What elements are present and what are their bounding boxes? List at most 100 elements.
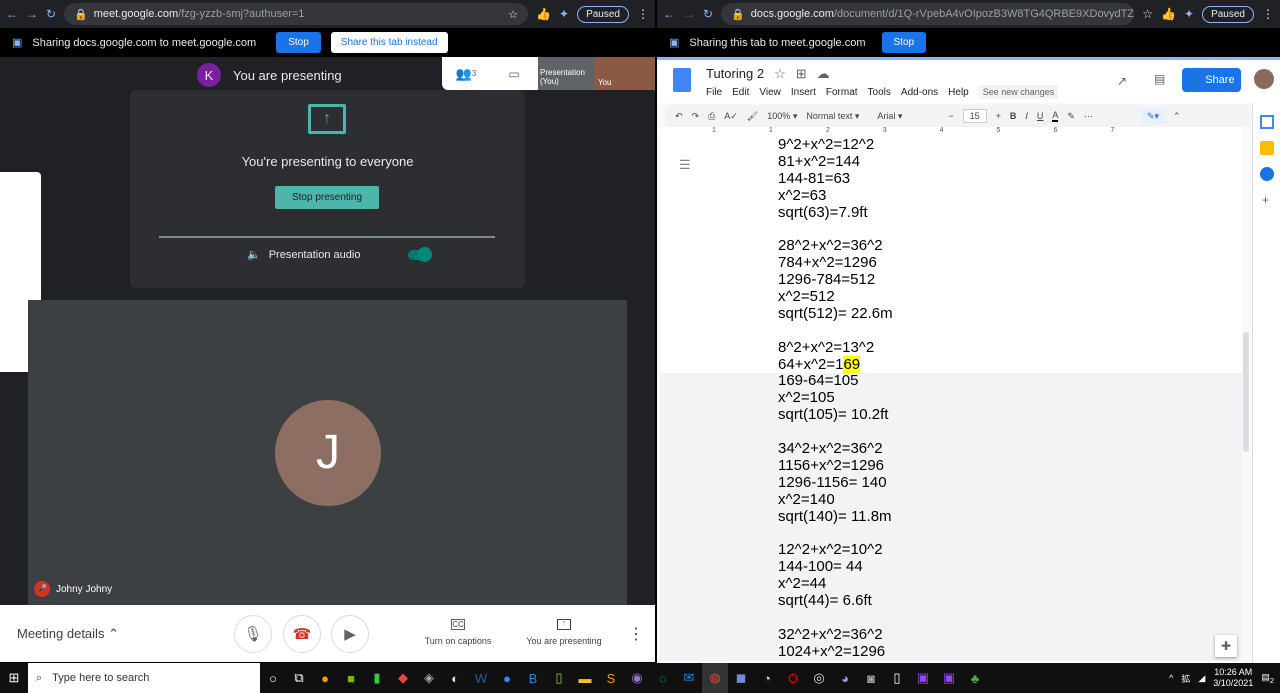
menu-edit[interactable]: Edit [732, 87, 749, 98]
menu-icon[interactable]: ⋮ [1262, 7, 1274, 21]
reload-icon[interactable]: ↻ [46, 7, 56, 21]
menu-file[interactable]: File [706, 87, 722, 98]
presentation-audio-toggle[interactable] [408, 246, 433, 262]
task-view-icon[interactable]: ⧉ [286, 663, 312, 693]
collapse-icon[interactable]: ⌃ [1173, 111, 1181, 122]
tasks-icon[interactable] [1260, 167, 1274, 181]
camera-icon[interactable]: ◙ [858, 663, 884, 693]
app-icon[interactable]: ◕ [832, 663, 858, 693]
editing-mode-button[interactable]: ✎▾ [1141, 108, 1165, 124]
calendar-icon[interactable] [1260, 115, 1274, 129]
address-bar[interactable]: 🔒 docs.google.com/document/d/1Q-rVpebA4vO… [721, 3, 1135, 25]
stop-presenting-button[interactable]: Stop presenting [275, 186, 379, 209]
app-icon[interactable]: ◈ [416, 663, 442, 693]
paint-format-icon[interactable]: 🖌 [747, 111, 758, 122]
menu-icon[interactable]: ⋮ [637, 7, 649, 21]
wifi-icon[interactable]: ◢ [1198, 673, 1205, 684]
reload-icon[interactable]: ↻ [703, 7, 713, 21]
menu-insert[interactable]: Insert [791, 87, 816, 98]
back-icon[interactable]: ← [663, 7, 675, 21]
presentation-thumbnail[interactable]: Presentation (You) [538, 57, 594, 90]
people-button[interactable]: 👥 3 [442, 57, 490, 90]
eclipse-icon[interactable]: ◉ [624, 663, 650, 693]
meeting-details-button[interactable]: Meeting details ⌃ [17, 626, 119, 642]
style-select[interactable]: Normal text ▾ [806, 111, 868, 122]
zoom-select[interactable]: 100% ▾ [767, 111, 797, 122]
spellcheck-icon[interactable]: A✓ [724, 111, 738, 122]
twitch-icon[interactable]: ▣ [936, 663, 962, 693]
scrollbar[interactable] [1243, 332, 1249, 452]
undo-icon[interactable]: ↶ [675, 111, 683, 122]
more-options-icon[interactable]: ⋮ [628, 624, 644, 644]
file-explorer-icon[interactable]: ▬ [572, 663, 598, 693]
app-icon[interactable]: ◐ [442, 663, 468, 693]
more-icon[interactable]: ⋯ [1084, 111, 1093, 122]
menu-help[interactable]: Help [948, 87, 969, 98]
chat-button[interactable]: ▭ [490, 57, 538, 90]
share-this-tab-button[interactable]: Share this tab instead [330, 32, 448, 53]
font-select[interactable]: Arial ▾ [877, 111, 939, 122]
star-icon[interactable]: ☆ [774, 66, 786, 82]
microphone-button[interactable]: 🎙 [234, 615, 272, 653]
share-button[interactable]: 👤 Share [1182, 68, 1241, 92]
document-title[interactable]: Tutoring 2 [706, 66, 764, 82]
app-icon[interactable]: B [520, 663, 546, 693]
outline-icon[interactable]: ☰ [679, 157, 691, 173]
forward-icon[interactable]: → [683, 7, 695, 21]
word-icon[interactable]: W [468, 663, 494, 693]
self-thumbnail[interactable]: You [594, 57, 655, 90]
tray-chevron-icon[interactable]: ^ [1169, 673, 1173, 683]
bold-button[interactable]: B [1010, 111, 1017, 121]
move-folder-icon[interactable]: ⊞ [796, 66, 807, 82]
profile-paused-button[interactable]: Paused [577, 5, 629, 23]
zoom-icon[interactable]: ● [494, 663, 520, 693]
menu-view[interactable]: View [759, 87, 781, 98]
print-icon[interactable]: ⎙ [708, 111, 715, 122]
windows-start-icon[interactable]: ⊞ [0, 663, 28, 693]
app-icon[interactable]: S [598, 663, 624, 693]
back-icon[interactable]: ← [6, 7, 18, 21]
you-are-presenting-button[interactable]: ↑ You are presenting [520, 619, 608, 646]
keep-icon[interactable] [1260, 141, 1274, 155]
menu-tools[interactable]: Tools [868, 87, 891, 98]
font-size-increase[interactable]: + [996, 111, 1001, 121]
docs-logo-icon[interactable] [673, 68, 691, 92]
account-avatar[interactable] [1254, 69, 1274, 89]
puzzle-icon[interactable]: ✦ [559, 7, 569, 21]
extension-icon[interactable]: 👍 [536, 7, 551, 21]
leave-call-button[interactable]: ☎ [283, 615, 321, 653]
nvidia-icon[interactable]: ■ [338, 663, 364, 693]
app-icon[interactable]: ● [312, 663, 338, 693]
star-icon[interactable]: ☆ [508, 8, 518, 21]
captions-button[interactable]: CC Turn on captions [418, 619, 498, 646]
forward-icon[interactable]: → [26, 7, 38, 21]
chrome-icon[interactable]: ◍ [702, 663, 728, 693]
underline-button[interactable]: U [1037, 111, 1044, 121]
app-icon[interactable]: ▮ [364, 663, 390, 693]
notepad-icon[interactable]: ▯ [884, 663, 910, 693]
ruler[interactable]: 11234567 [657, 127, 1242, 137]
puzzle-icon[interactable]: ✦ [1184, 7, 1194, 21]
cortana-icon[interactable]: ○ [260, 663, 286, 693]
see-new-changes-button[interactable]: See new changes [978, 85, 1059, 99]
add-addon-icon[interactable]: + [1262, 193, 1271, 207]
clock[interactable]: 10:26 AM 3/10/2021 [1213, 667, 1253, 689]
taskbar-search[interactable]: ⌕ Type here to search [28, 663, 260, 693]
app-icon[interactable]: ▯ [546, 663, 572, 693]
italic-button[interactable]: I [1025, 111, 1028, 121]
language-icon[interactable]: 拡 [1181, 672, 1190, 685]
profile-paused-button[interactable]: Paused [1202, 5, 1254, 23]
extension-icon[interactable]: 👍 [1161, 7, 1176, 21]
edge-icon[interactable]: ◌ [650, 663, 676, 693]
camera-button[interactable]: ▶ [331, 615, 369, 653]
activity-icon[interactable]: ↗ [1117, 74, 1127, 88]
stop-sharing-button[interactable]: Stop [276, 32, 321, 53]
document-page[interactable]: 9^2+x^2=12^2 81+x^2=144 144-81=63 x^2=63 sqr… [660, 136, 1242, 663]
star-icon[interactable]: ☆ [1142, 7, 1153, 21]
menu-add-ons[interactable]: Add-ons [901, 87, 938, 98]
steam-icon[interactable]: ◎ [806, 663, 832, 693]
mail-icon[interactable]: ✉ [676, 663, 702, 693]
address-bar[interactable]: 🔒 meet.google.com/fzg-yzzb-smj?authuser=1… [64, 3, 529, 25]
app-icon[interactable]: ◔ [754, 663, 780, 693]
font-size-decrease[interactable]: − [948, 111, 953, 121]
